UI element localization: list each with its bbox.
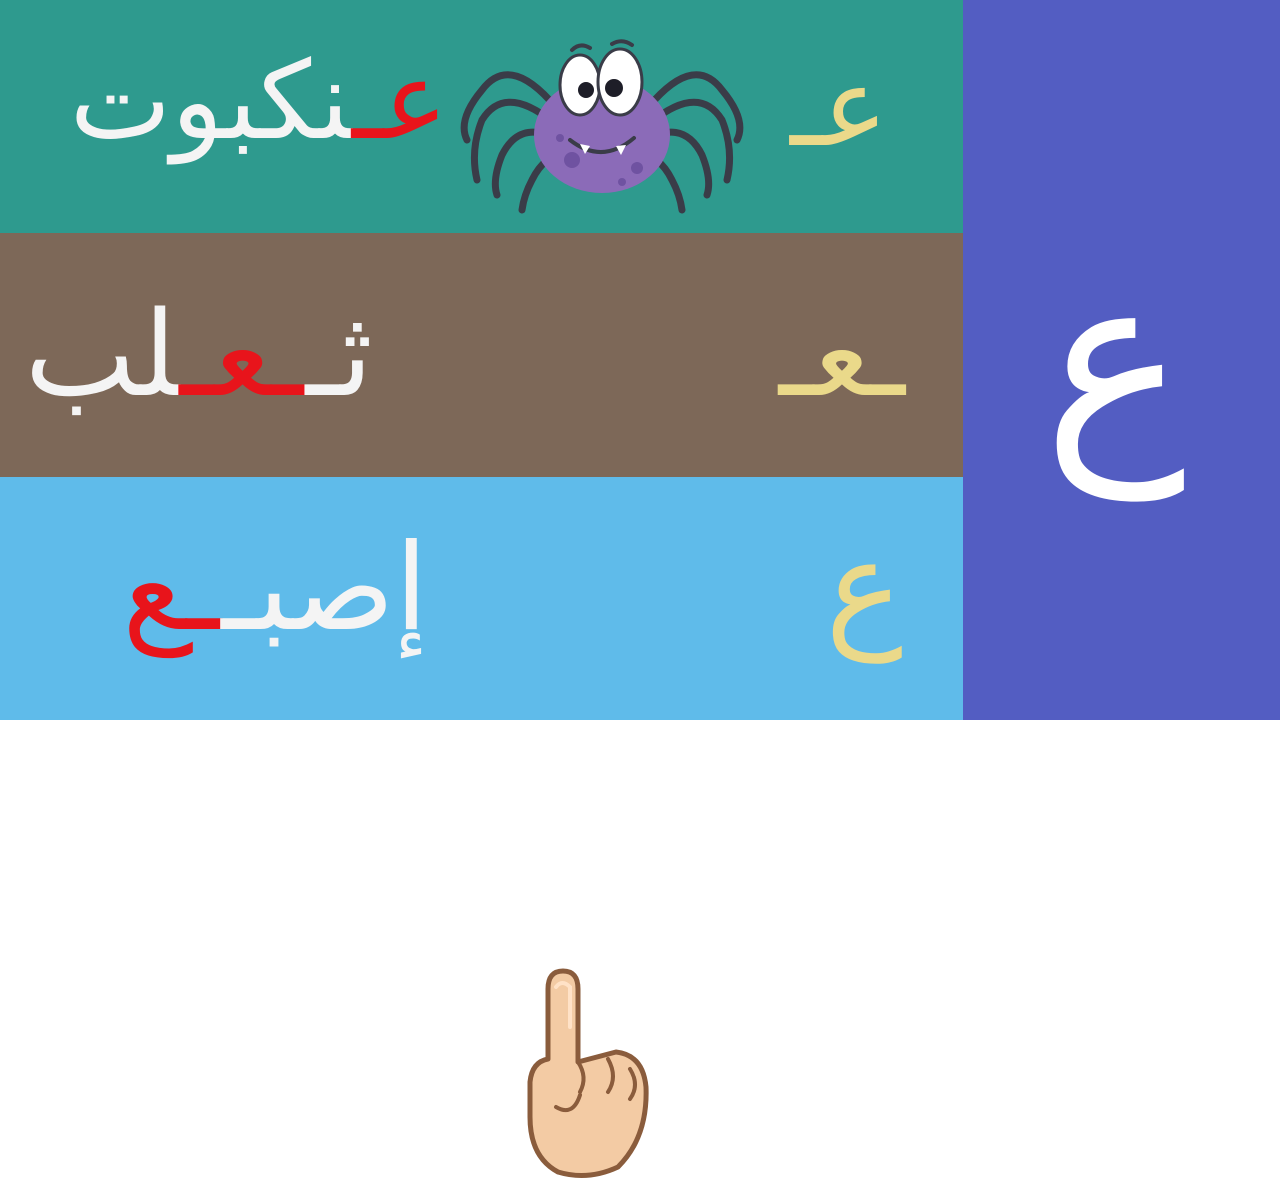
- word-highlight: عـ: [351, 39, 448, 164]
- row-middle: ثــعـلب ـعـ: [0, 233, 963, 698]
- word-isba: إصبــع: [122, 529, 428, 649]
- row-end: إصبــع ع: [0, 477, 963, 1179]
- word-prefix: ثـ: [305, 285, 373, 423]
- word-prefix: إصبـ: [221, 519, 428, 658]
- pointing-finger-icon: [527, 968, 649, 1179]
- word-suffix: نكبوت: [69, 39, 352, 164]
- letter-form-middle: ـعـ: [778, 285, 905, 423]
- word-highlight: ـع: [122, 519, 222, 658]
- row-beginning: عـنكبوت عـ: [0, 0, 963, 233]
- word-ankabut: عـنكبوت: [70, 48, 448, 156]
- word-suffix: لب: [24, 285, 180, 423]
- word-thaalab: ثــعـلب: [25, 295, 373, 413]
- letter-form-beginning: عـ: [790, 43, 888, 171]
- letter-form-end: ع: [825, 511, 903, 663]
- isolated-letter: ع: [1043, 220, 1187, 500]
- word-highlight: ـعـ: [179, 285, 306, 423]
- spider-icon: [460, 39, 744, 214]
- side-panel: ع: [963, 0, 1280, 720]
